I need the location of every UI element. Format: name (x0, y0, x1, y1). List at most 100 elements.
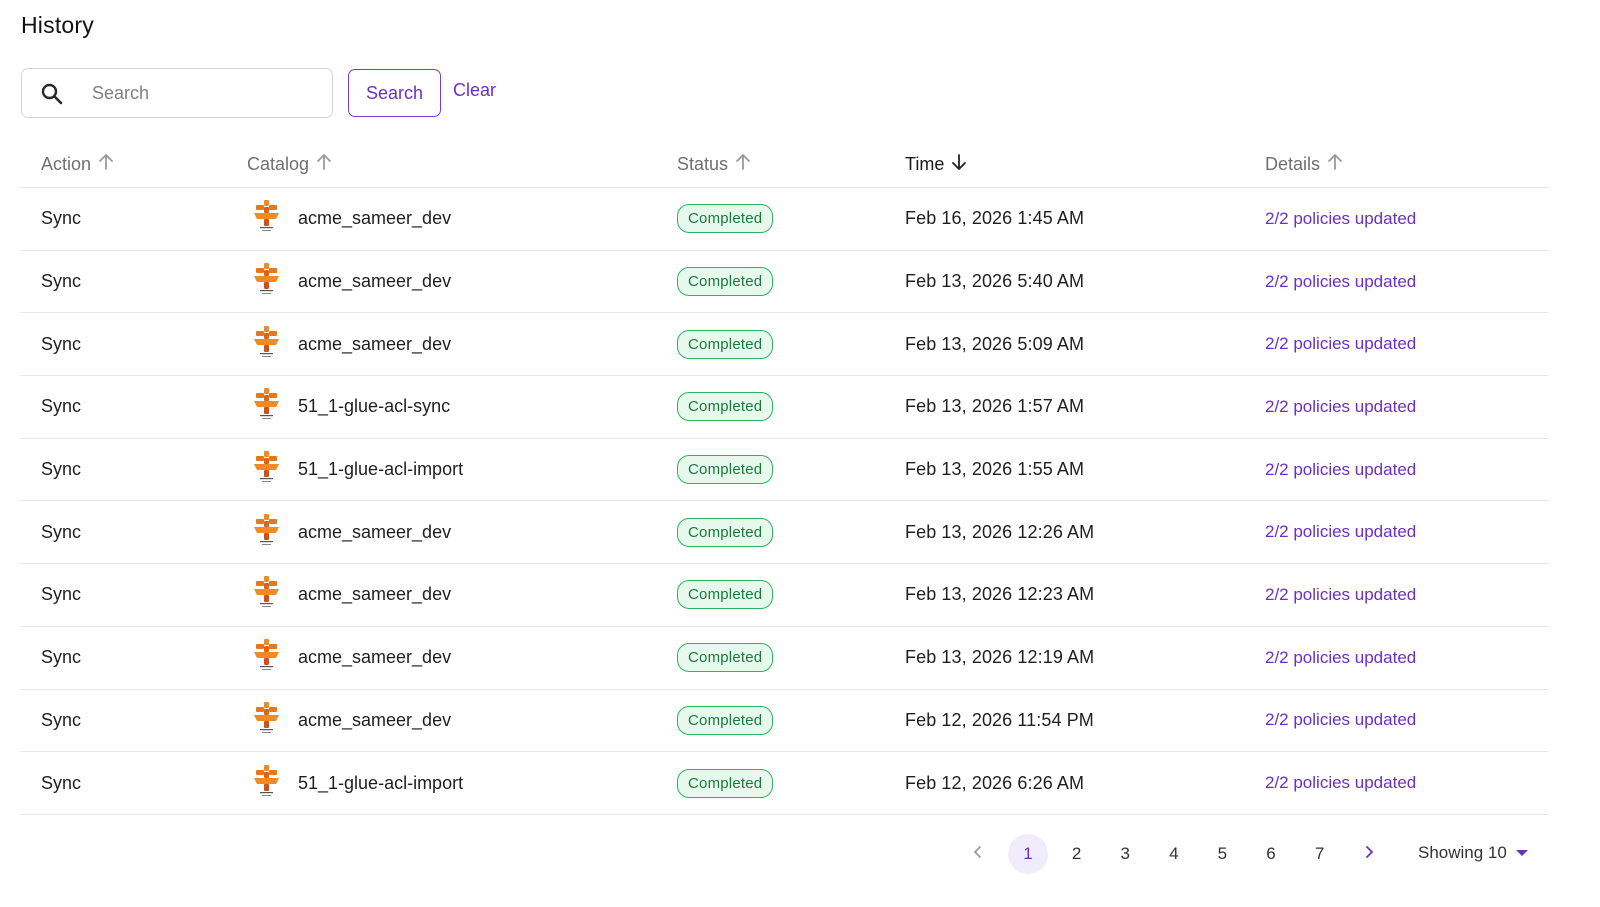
details-link[interactable]: 2/2 policies updated (1265, 752, 1416, 814)
status-badge: Completed (677, 455, 774, 485)
status-cell: Completed (677, 752, 774, 814)
aws-glue-icon (253, 638, 280, 677)
catalog-cell: acme_sameer_dev (253, 690, 451, 752)
column-header-label: Catalog (247, 154, 310, 174)
clear-button[interactable]: Clear (453, 80, 496, 101)
search-icon (40, 82, 64, 106)
catalog-name: 51_1-glue-acl-import (298, 772, 464, 793)
table-row[interactable]: Sync acme_sameer_dev Completed Feb 12, 2026… (20, 690, 1549, 753)
catalog-cell: acme_sameer_dev (253, 313, 451, 375)
page-size-select[interactable]: Showing 10 (1418, 843, 1529, 863)
caret-down-icon (1515, 843, 1529, 863)
table-row[interactable]: Sync acme_sameer_dev Completed Feb 16, 2026… (20, 188, 1549, 251)
sort-up-icon (98, 153, 114, 176)
aws-glue-icon (253, 764, 280, 803)
column-header-label: Time (905, 154, 945, 174)
table-header: Action Catalog Status Time Details (20, 140, 1549, 188)
column-header-status[interactable]: Status (677, 153, 751, 176)
catalog-cell: acme_sameer_dev (253, 501, 451, 563)
catalog-name: acme_sameer_dev (298, 333, 452, 354)
time-cell: Feb 13, 2026 5:09 AM (905, 333, 1085, 354)
time-cell: Feb 16, 2026 1:45 AM (905, 208, 1085, 229)
time-cell: Feb 13, 2026 12:23 AM (905, 584, 1095, 605)
table-body: Sync acme_sameer_dev Completed Feb 16, 2026… (20, 188, 1549, 815)
status-badge: Completed (677, 705, 774, 735)
status-badge: Completed (677, 392, 774, 422)
aws-glue-icon (253, 199, 280, 238)
aws-glue-icon (253, 450, 280, 489)
table-row[interactable]: Sync 51_1-glue-acl-import Completed Feb 13,… (20, 439, 1549, 502)
time-cell: Feb 13, 2026 1:55 AM (905, 459, 1085, 480)
details-link[interactable]: 2/2 policies updated (1265, 501, 1416, 563)
page-button-1[interactable]: 1 (1008, 834, 1048, 874)
column-header-details[interactable]: Details (1265, 153, 1343, 176)
sort-up-icon (1327, 153, 1343, 176)
details-link[interactable]: 2/2 policies updated (1265, 439, 1416, 501)
catalog-name: acme_sameer_dev (298, 208, 452, 229)
details-link[interactable]: 2/2 policies updated (1265, 188, 1416, 250)
column-header-catalog[interactable]: Catalog (247, 153, 332, 176)
search-button[interactable]: Search (348, 69, 441, 117)
catalog-cell: acme_sameer_dev (253, 627, 451, 689)
column-header-action[interactable]: Action (41, 153, 114, 176)
sort-down-icon (951, 153, 967, 176)
chevron-right-icon (1362, 844, 1376, 864)
time-cell: Feb 13, 2026 5:40 AM (905, 271, 1085, 292)
status-badge: Completed (677, 580, 774, 610)
history-table: Action Catalog Status Time Details Sync acme_… (20, 140, 1549, 815)
table-row[interactable]: Sync acme_sameer_dev Completed Feb 13, 2026… (20, 313, 1549, 377)
action-cell: Sync (41, 584, 82, 605)
action-cell: Sync (41, 208, 82, 229)
page-size-label: Showing 10 (1418, 843, 1507, 862)
catalog-cell: 51_1-glue-acl-import (253, 439, 463, 501)
status-cell: Completed (677, 439, 774, 501)
action-cell: Sync (41, 521, 82, 542)
time-cell: Feb 13, 2026 1:57 AM (905, 396, 1085, 417)
table-row[interactable]: Sync 51_1-glue-acl-import Completed Feb 12,… (20, 752, 1549, 815)
catalog-name: 51_1-glue-acl-import (298, 459, 464, 480)
table-row[interactable]: Sync acme_sameer_dev Completed Feb 13, 2026… (20, 501, 1549, 565)
status-cell: Completed (677, 627, 774, 689)
details-link[interactable]: 2/2 policies updated (1265, 564, 1416, 626)
aws-glue-icon (253, 513, 280, 552)
page-button-4[interactable]: 4 (1154, 834, 1194, 874)
status-cell: Completed (677, 501, 774, 563)
aws-glue-icon (253, 262, 280, 301)
table-row[interactable]: Sync acme_sameer_dev Completed Feb 13, 2026… (20, 627, 1549, 690)
catalog-name: acme_sameer_dev (298, 709, 452, 730)
aws-glue-icon (253, 701, 280, 740)
prev-page-button[interactable] (958, 834, 998, 874)
table-row[interactable]: Sync acme_sameer_dev Completed Feb 13, 2026… (20, 564, 1549, 627)
action-cell: Sync (41, 459, 82, 480)
next-page-button[interactable] (1349, 834, 1389, 874)
status-badge: Completed (677, 329, 774, 359)
search-input[interactable] (92, 79, 322, 107)
page-button-7[interactable]: 7 (1300, 834, 1340, 874)
table-row[interactable]: Sync acme_sameer_dev Completed Feb 13, 2026… (20, 251, 1549, 314)
column-header-time[interactable]: Time (905, 153, 967, 176)
table-row[interactable]: Sync 51_1-glue-acl-sync Completed Feb 13, 2… (20, 376, 1549, 439)
action-cell: Sync (41, 709, 82, 730)
catalog-cell: acme_sameer_dev (253, 251, 451, 313)
status-badge: Completed (677, 517, 774, 547)
search-box[interactable] (21, 68, 333, 118)
details-link[interactable]: 2/2 policies updated (1265, 376, 1416, 438)
page-button-5[interactable]: 5 (1202, 834, 1242, 874)
chevron-left-icon (971, 844, 985, 864)
catalog-name: acme_sameer_dev (298, 647, 452, 668)
status-badge: Completed (677, 768, 774, 798)
time-cell: Feb 12, 2026 11:54 PM (905, 709, 1094, 730)
details-link[interactable]: 2/2 policies updated (1265, 690, 1416, 752)
page-button-2[interactable]: 2 (1057, 834, 1097, 874)
details-link[interactable]: 2/2 policies updated (1265, 251, 1416, 313)
catalog-cell: acme_sameer_dev (253, 188, 451, 250)
details-link[interactable]: 2/2 policies updated (1265, 627, 1416, 689)
catalog-cell: 51_1-glue-acl-import (253, 752, 463, 814)
page-button-6[interactable]: 6 (1251, 834, 1291, 874)
details-link[interactable]: 2/2 policies updated (1265, 313, 1416, 375)
page-button-3[interactable]: 3 (1105, 834, 1145, 874)
column-header-label: Status (677, 154, 729, 174)
aws-glue-icon (253, 575, 280, 614)
status-cell: Completed (677, 690, 774, 752)
aws-glue-icon (253, 325, 280, 364)
